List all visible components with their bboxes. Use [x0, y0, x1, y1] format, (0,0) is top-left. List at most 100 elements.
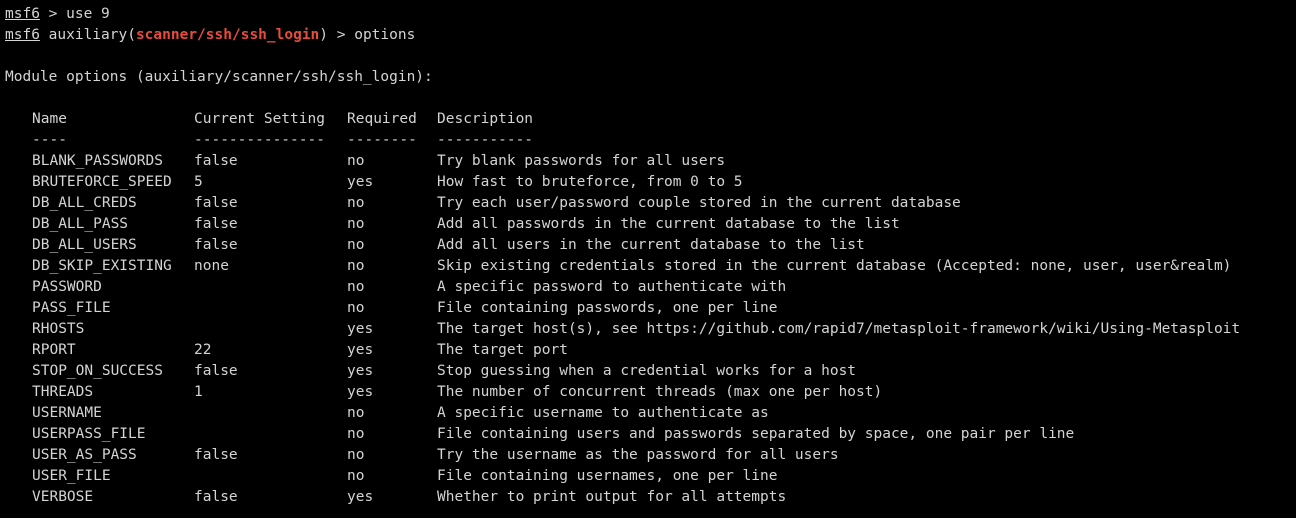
option-required: no: [347, 468, 365, 484]
option-description: File containing passwords, one per line: [437, 300, 778, 316]
option-current-setting: false: [194, 447, 238, 463]
header-current-setting: Current Setting: [194, 111, 325, 127]
option-current-setting: none: [194, 258, 229, 274]
table-body: BLANK_PASSWORDS false no Try blank password…: [5, 151, 1296, 508]
option-name: DB_SKIP_EXISTING: [32, 258, 172, 274]
option-name: BRUTEFORCE_SPEED: [32, 174, 172, 190]
option-required: yes: [347, 384, 374, 400]
underline-required: --------: [347, 132, 417, 148]
table-row: THREADS 1 yes The number of concurrent thre…: [5, 382, 1296, 403]
option-description: The target port: [437, 342, 568, 358]
option-name: VERBOSE: [32, 489, 94, 505]
table-row: USERNAME no A specific username to authent…: [5, 403, 1296, 424]
underline-name: ----: [32, 132, 67, 148]
table-row: DB_SKIP_EXISTING none no Skip existing cred…: [5, 256, 1296, 277]
option-description: Add all users in the current database to…: [437, 237, 865, 253]
table-header-row: Name Current Setting Required Descriptio…: [5, 109, 1296, 130]
table-row: RHOSTS yes The target host(s), see https:/…: [5, 319, 1296, 340]
option-current-setting: false: [194, 489, 238, 505]
option-required: yes: [347, 321, 374, 337]
option-current-setting: false: [194, 363, 238, 379]
option-name: USERPASS_FILE: [32, 426, 146, 442]
option-name: PASS_FILE: [32, 300, 111, 316]
option-name: DB_ALL_USERS: [32, 237, 137, 253]
option-description: Try the username as the password for all…: [437, 447, 839, 463]
option-description: A specific password to authenticate with: [437, 279, 787, 295]
command-text: options: [354, 27, 416, 43]
table-underline-row: ---- --------------- -------- ----------…: [5, 130, 1296, 151]
option-current-setting: false: [194, 216, 238, 232]
table-row: USER_FILE no File containing usernames, on…: [5, 466, 1296, 487]
option-required: no: [347, 216, 365, 232]
option-required: no: [347, 426, 365, 442]
option-required: no: [347, 195, 365, 211]
options-table: Name Current Setting Required Descriptio…: [5, 109, 1296, 508]
option-description: Try blank passwords for all users: [437, 153, 726, 169]
option-description: The target host(s), see https://github.c…: [437, 321, 1241, 337]
table-row: USERPASS_FILE no File containing users and…: [5, 424, 1296, 445]
table-row: BLANK_PASSWORDS false no Try blank password…: [5, 151, 1296, 172]
active-module-name: scanner/ssh/ssh_login: [135, 27, 320, 43]
table-row: PASSWORD no A specific password to authent…: [5, 277, 1296, 298]
table-row: BRUTEFORCE_SPEED 5 yes How fast to brutefor…: [5, 172, 1296, 193]
option-name: DB_ALL_PASS: [32, 216, 129, 232]
option-description: Try each user/password couple stored in …: [437, 195, 961, 211]
option-required: no: [347, 237, 365, 253]
command-line: msf6 > use 9: [5, 4, 1296, 25]
option-current-setting: false: [194, 195, 238, 211]
option-description: Add all passwords in the current databas…: [437, 216, 900, 232]
module-options-heading: Module options (auxiliary/scanner/ssh/ss…: [5, 69, 433, 85]
underline-description: -----------: [437, 132, 534, 148]
option-current-setting: 22: [194, 342, 212, 358]
option-current-setting: 5: [194, 174, 203, 190]
option-required: yes: [347, 489, 374, 505]
table-row: RPORT 22 yes The target port: [5, 340, 1296, 361]
prompt-separator: >: [39, 6, 67, 22]
option-required: yes: [347, 174, 374, 190]
header-required: Required: [347, 111, 417, 127]
option-name: RPORT: [32, 342, 76, 358]
option-description: The number of concurrent threads (max on…: [437, 384, 883, 400]
table-row: USER_AS_PASS false no Try the username as t…: [5, 445, 1296, 466]
msf-prompt: msf6: [5, 27, 40, 43]
option-required: no: [347, 279, 365, 295]
prompt-separator: >: [328, 27, 355, 43]
table-row: DB_ALL_PASS false no Add all passwords in t…: [5, 214, 1296, 235]
option-name: USERNAME: [32, 405, 102, 421]
module-context-prefix: auxiliary(: [39, 27, 136, 43]
terminal-window[interactable]: msf6 > use 9 msf6 auxiliary(scanner/ssh/…: [0, 0, 1296, 518]
option-description: How fast to bruteforce, from 0 to 5: [437, 174, 743, 190]
option-name: RHOSTS: [32, 321, 85, 337]
option-name: STOP_ON_SUCCESS: [32, 363, 163, 379]
option-required: yes: [347, 363, 374, 379]
option-name: DB_ALL_CREDS: [32, 195, 137, 211]
option-name: USER_FILE: [32, 468, 111, 484]
option-name: BLANK_PASSWORDS: [32, 153, 163, 169]
table-row: PASS_FILE no File containing passwords, on…: [5, 298, 1296, 319]
option-description: File containing users and passwords sepa…: [437, 426, 1075, 442]
header-description: Description: [437, 111, 534, 127]
table-row: DB_ALL_CREDS false no Try each user/passwor…: [5, 193, 1296, 214]
option-description: Stop guessing when a credential works fo…: [437, 363, 857, 379]
module-context-suffix: ): [319, 27, 329, 43]
option-current-setting: 1: [194, 384, 203, 400]
table-row: VERBOSE false yes Whether to print output f…: [5, 487, 1296, 508]
option-description: A specific username to authenticate as: [437, 405, 769, 421]
option-current-setting: false: [194, 237, 238, 253]
option-description: Whether to print output for all attempts: [437, 489, 787, 505]
msf-prompt: msf6: [5, 6, 40, 22]
table-row: STOP_ON_SUCCESS false yes Stop guessing whe…: [5, 361, 1296, 382]
option-required: no: [347, 258, 365, 274]
header-name: Name: [32, 111, 67, 127]
option-description: File containing usernames, one per line: [437, 468, 778, 484]
option-required: no: [347, 153, 365, 169]
command-line: msf6 auxiliary(scanner/ssh/ssh_login) > …: [5, 25, 1296, 46]
option-current-setting: false: [194, 153, 238, 169]
table-row: DB_ALL_USERS false no Add all users in the …: [5, 235, 1296, 256]
option-required: yes: [347, 342, 374, 358]
command-text: use 9: [66, 6, 110, 22]
underline-current-setting: ---------------: [194, 132, 325, 148]
option-required: no: [347, 300, 365, 316]
